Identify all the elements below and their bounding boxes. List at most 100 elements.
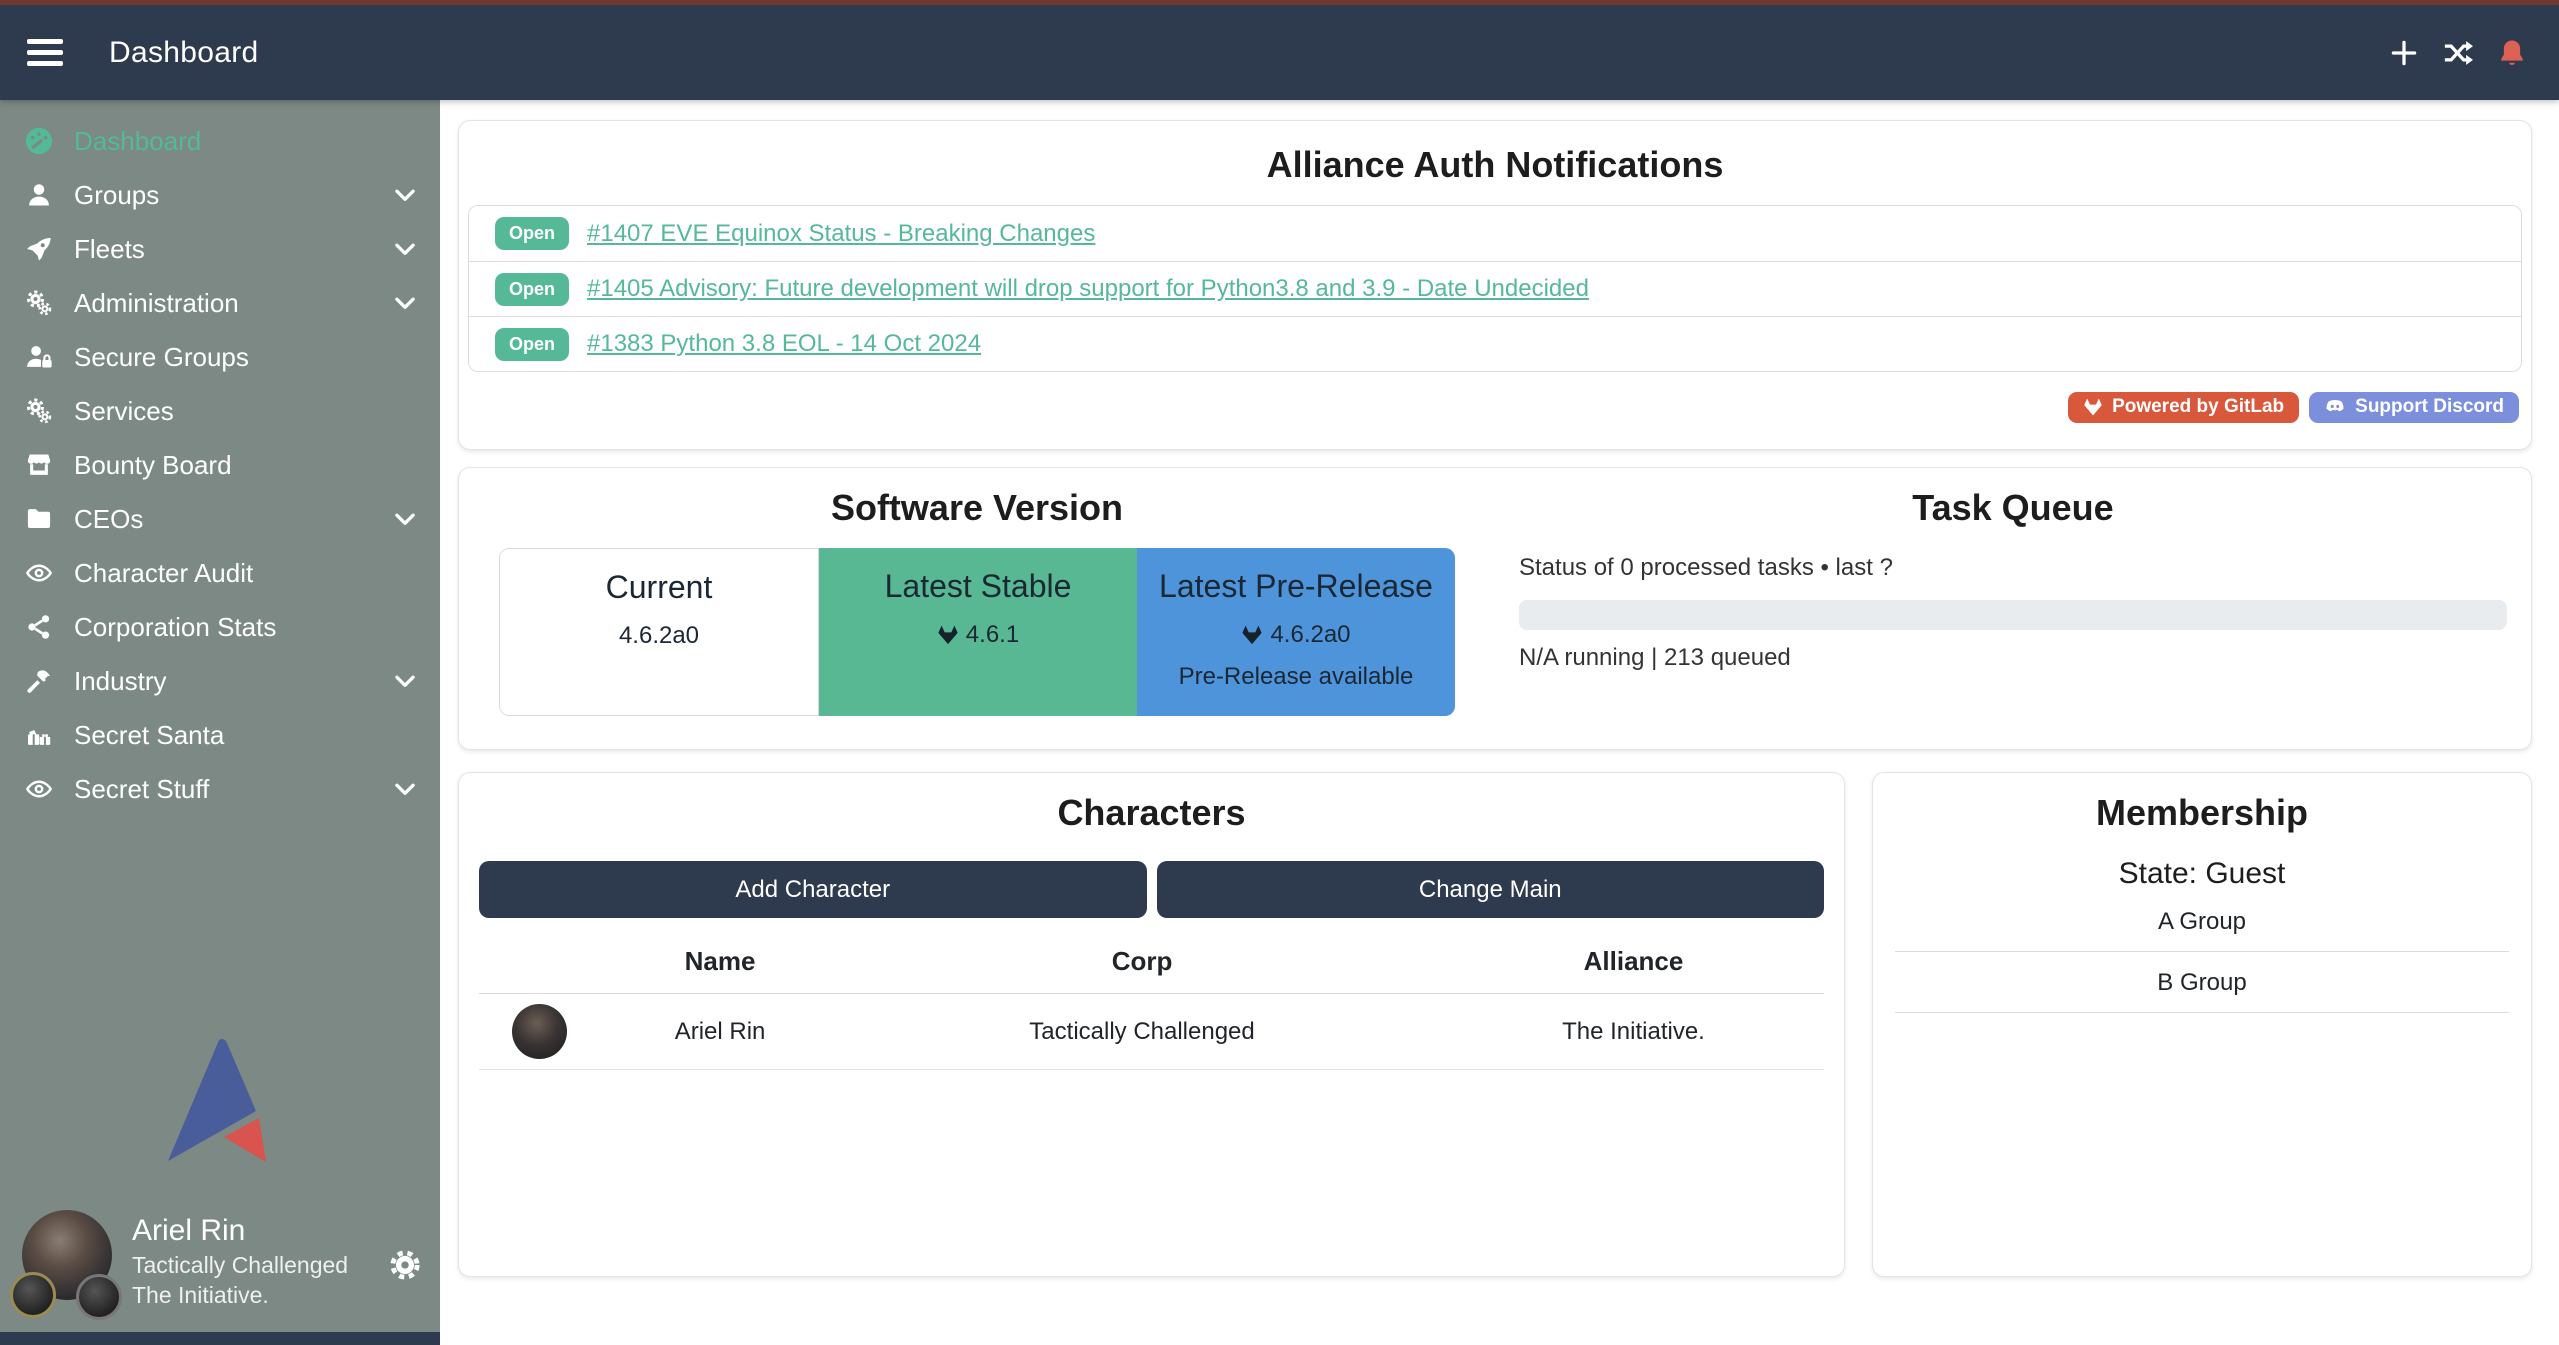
task-queue-section: Task Queue Status of 0 processed tasks •… xyxy=(1495,486,2531,749)
version-current-cell: Current 4.6.2a0 xyxy=(499,548,819,716)
user-icon xyxy=(24,180,54,210)
sidebar-footer-strip xyxy=(0,1332,440,1345)
alliance-logo-badge xyxy=(76,1274,122,1320)
sidebar: Dashboard Groups Fleets Administration S… xyxy=(0,100,440,1345)
sidebar-item-label: Bounty Board xyxy=(74,450,232,481)
store-icon xyxy=(24,450,54,480)
sidebar-item-secret-santa[interactable]: Secret Santa xyxy=(0,708,440,762)
top-navbar: Dashboard xyxy=(0,0,2559,100)
task-queue-title: Task Queue xyxy=(1519,486,2507,530)
shuffle-icon[interactable] xyxy=(2441,36,2475,70)
sidebar-item-label: Fleets xyxy=(74,234,145,265)
sidebar-item-label: Secret Santa xyxy=(74,720,224,751)
sidebar-item-secure-groups[interactable]: Secure Groups xyxy=(0,330,440,384)
software-version-title: Software Version xyxy=(483,486,1471,530)
notification-link[interactable]: #1405 Advisory: Future development will … xyxy=(587,275,1589,303)
sidebar-item-fleets[interactable]: Fleets xyxy=(0,222,440,276)
add-icon[interactable] xyxy=(2387,36,2421,70)
notification-link[interactable]: #1383 Python 3.8 EOL - 14 Oct 2024 xyxy=(587,330,981,358)
rocket-icon xyxy=(24,234,54,264)
sidebar-item-industry[interactable]: Industry xyxy=(0,654,440,708)
gears-icon xyxy=(24,288,54,318)
sidebar-item-dashboard[interactable]: Dashboard xyxy=(0,114,440,168)
bottom-row: Characters Add Character Change Main Nam… xyxy=(458,772,2532,1277)
notification-link[interactable]: #1407 EVE Equinox Status - Breaking Chan… xyxy=(587,220,1095,248)
sidebar-item-label: Dashboard xyxy=(74,126,201,157)
sidebar-item-character-audit[interactable]: Character Audit xyxy=(0,546,440,600)
sidebar-item-administration[interactable]: Administration xyxy=(0,276,440,330)
sidebar-item-services[interactable]: Services xyxy=(0,384,440,438)
version-cells: Current 4.6.2a0 Latest Stable 4.6.1 Late… xyxy=(499,548,1455,716)
task-queue-counts: N/A running | 213 queued xyxy=(1519,644,2507,672)
corp-logo-badge xyxy=(10,1272,56,1318)
sidebar-item-groups[interactable]: Groups xyxy=(0,168,440,222)
column-header-alliance: Alliance xyxy=(1443,926,1824,994)
sidebar-item-label: Services xyxy=(74,396,174,427)
add-character-button[interactable]: Add Character xyxy=(479,861,1147,918)
portrait-column-header xyxy=(479,926,599,994)
eye-icon xyxy=(24,774,54,804)
user-name: Ariel Rin xyxy=(132,1212,440,1250)
gitlab-icon xyxy=(1241,624,1263,646)
support-discord-badge[interactable]: Support Discord xyxy=(2309,392,2519,423)
version-cell-title: Latest Stable xyxy=(819,568,1137,605)
list-item: Open #1405 Advisory: Future development … xyxy=(469,261,2521,316)
status-badge: Open xyxy=(495,328,569,361)
prerelease-note: Pre-Release available xyxy=(1137,663,1455,691)
characters-buttons: Add Character Change Main xyxy=(479,861,1824,918)
version-value: 4.6.2a0 xyxy=(1270,621,1350,649)
page-title: Dashboard xyxy=(109,36,258,70)
gears-icon xyxy=(24,396,54,426)
version-cell-title: Latest Pre-Release xyxy=(1137,568,1455,605)
notifications-panel: Alliance Auth Notifications Open #1407 E… xyxy=(458,120,2532,450)
version-stable-cell: Latest Stable 4.6.1 xyxy=(819,548,1137,716)
sidebar-item-label: Secret Stuff xyxy=(74,774,209,805)
column-header-corp: Corp xyxy=(841,926,1443,994)
sidebar-item-corporation-stats[interactable]: Corporation Stats xyxy=(0,600,440,654)
sidebar-menu: Dashboard Groups Fleets Administration S… xyxy=(0,100,440,816)
character-alliance: The Initiative. xyxy=(1443,994,1824,1070)
badge-label: Powered by GitLab xyxy=(2112,396,2284,418)
membership-group: A Group xyxy=(1895,891,2509,952)
status-panel: Software Version Current 4.6.2a0 Latest … xyxy=(458,467,2532,750)
menu-toggle-icon[interactable] xyxy=(27,33,67,73)
user-lock-icon xyxy=(24,342,54,372)
notifications-bell-icon[interactable] xyxy=(2495,36,2529,70)
status-badge: Open xyxy=(495,273,569,306)
notifications-title: Alliance Auth Notifications xyxy=(459,143,2531,187)
powered-by-gitlab-badge[interactable]: Powered by GitLab xyxy=(2068,392,2299,423)
eye-icon xyxy=(24,558,54,588)
membership-group: B Group xyxy=(1895,952,2509,1013)
alliance-auth-logo xyxy=(0,1038,440,1164)
sidebar-item-label: Groups xyxy=(74,180,159,211)
list-item: Open #1383 Python 3.8 EOL - 14 Oct 2024 xyxy=(469,316,2521,371)
hammer-icon xyxy=(24,666,54,696)
change-main-button[interactable]: Change Main xyxy=(1157,861,1825,918)
sidebar-item-ceos[interactable]: CEOs xyxy=(0,492,440,546)
user-panel[interactable]: Ariel Rin Tactically Challenged The Init… xyxy=(0,1210,440,1332)
task-progress-bar xyxy=(1519,600,2507,630)
sidebar-item-secret-stuff[interactable]: Secret Stuff xyxy=(0,762,440,816)
version-value: 4.6.1 xyxy=(966,621,1019,649)
characters-panel: Characters Add Character Change Main Nam… xyxy=(458,772,1845,1277)
sidebar-item-bounty-board[interactable]: Bounty Board xyxy=(0,438,440,492)
sidebar-item-label: Character Audit xyxy=(74,558,253,589)
membership-panel: Membership State: Guest A Group B Group xyxy=(1872,772,2532,1277)
characters-title: Characters xyxy=(479,791,1824,835)
character-portrait xyxy=(512,1004,567,1059)
share-icon xyxy=(24,612,54,642)
task-queue-status: Status of 0 processed tasks • last ? xyxy=(1519,554,2507,582)
table-row: Ariel Rin Tactically Challenged The Init… xyxy=(479,994,1824,1070)
chevron-down-icon xyxy=(392,236,418,262)
chevron-down-icon xyxy=(392,776,418,802)
badge-label: Support Discord xyxy=(2355,396,2504,418)
version-cell-title: Current xyxy=(500,569,818,606)
user-alliance: The Initiative. xyxy=(132,1280,440,1310)
character-corp: Tactically Challenged xyxy=(841,994,1443,1070)
software-version-section: Software Version Current 4.6.2a0 Latest … xyxy=(459,486,1495,749)
gauge-icon xyxy=(24,126,54,156)
user-settings-gear-icon[interactable] xyxy=(388,1248,422,1282)
user-avatar xyxy=(22,1210,132,1330)
sidebar-item-label: Secure Groups xyxy=(74,342,249,373)
column-header-name: Name xyxy=(599,926,841,994)
